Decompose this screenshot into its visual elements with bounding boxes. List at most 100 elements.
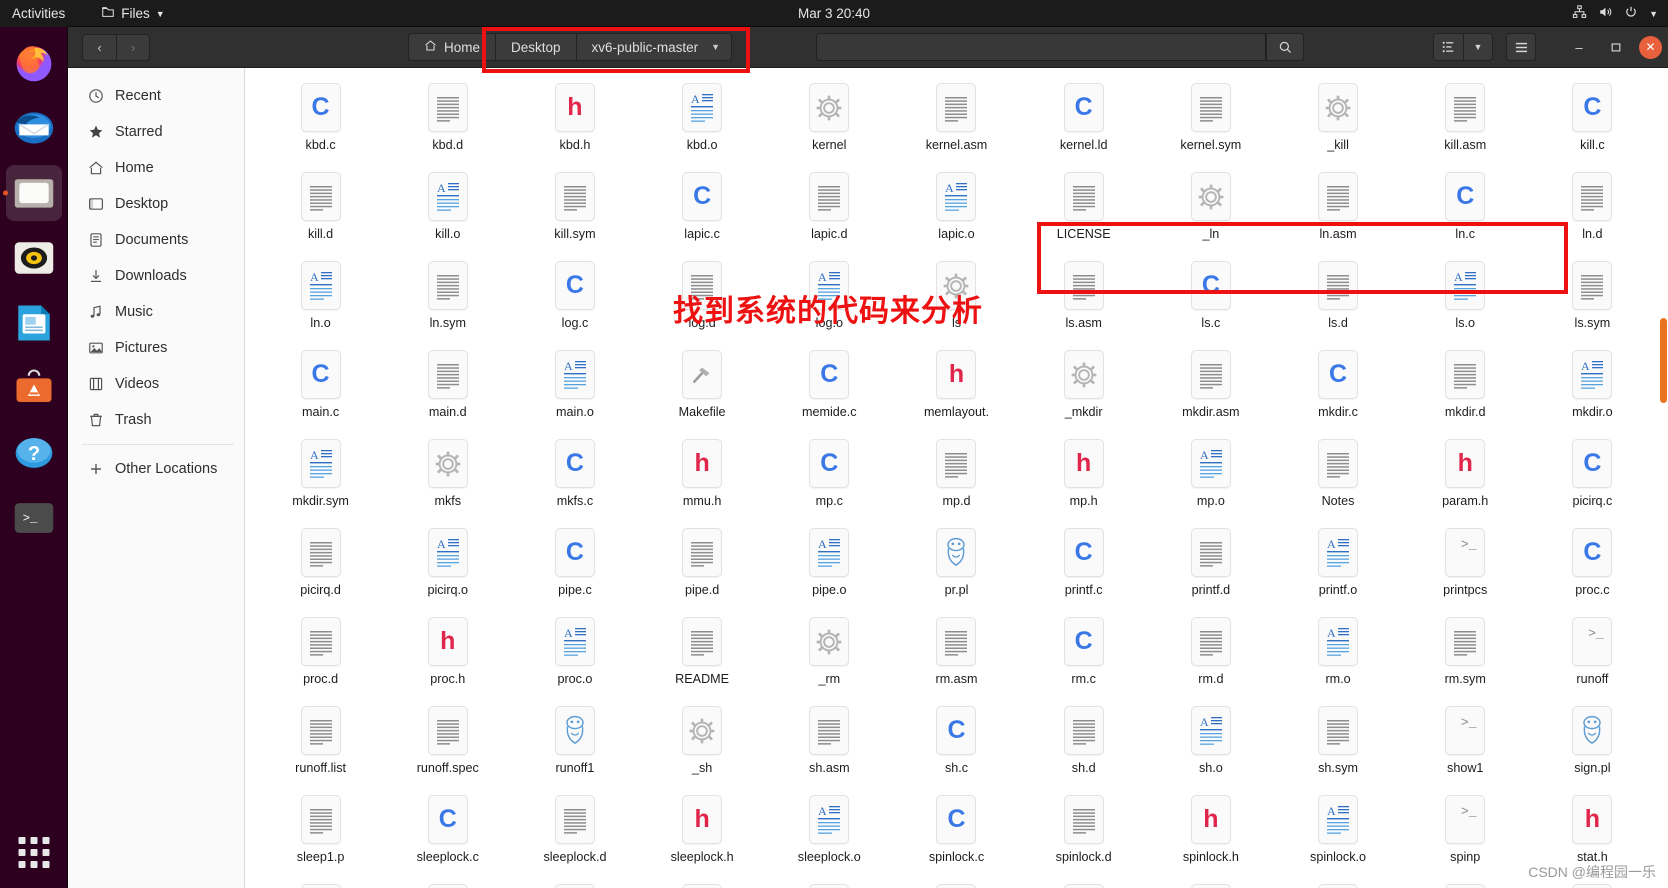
file-item[interactable]: A mp.o bbox=[1147, 430, 1274, 519]
file-item[interactable]: Cls.c bbox=[1147, 252, 1274, 341]
file-item[interactable]: mkdir.asm bbox=[1147, 341, 1274, 430]
file-item[interactable]: A ln.o bbox=[257, 252, 384, 341]
dock-item-files[interactable] bbox=[6, 165, 62, 221]
list-view-icon[interactable] bbox=[1433, 33, 1463, 61]
file-item[interactable]: ln.asm bbox=[1274, 163, 1401, 252]
vertical-scrollbar[interactable] bbox=[1660, 318, 1667, 403]
file-item[interactable]: ls.sym bbox=[1529, 252, 1656, 341]
file-item[interactable]: runoff.spec bbox=[384, 697, 511, 786]
file-item[interactable]: main.d bbox=[384, 341, 511, 430]
file-item[interactable]: Ckill.c bbox=[1529, 74, 1656, 163]
sidebar-item-starred[interactable]: Starred bbox=[68, 114, 244, 150]
file-item[interactable]: stressfs.d bbox=[639, 875, 766, 888]
file-item[interactable]: mp.d bbox=[893, 430, 1020, 519]
file-item[interactable]: h sleeplock.h bbox=[639, 786, 766, 875]
file-item[interactable]: sleeplock.d bbox=[511, 786, 638, 875]
file-item[interactable]: Cstring.c bbox=[1020, 875, 1147, 888]
file-item[interactable]: h mp.h bbox=[1020, 430, 1147, 519]
dock-item-libreoffice-writer[interactable] bbox=[6, 295, 62, 351]
dock-item-ubuntu-software[interactable] bbox=[6, 360, 62, 416]
file-item[interactable]: _kill bbox=[1274, 74, 1401, 163]
file-item[interactable]: Cpicirq.c bbox=[1529, 430, 1656, 519]
dock-item-terminal[interactable]: >_ bbox=[6, 490, 62, 546]
file-item[interactable]: >_ show1 bbox=[1402, 697, 1529, 786]
file-item[interactable]: Csh.c bbox=[893, 697, 1020, 786]
search-button[interactable] bbox=[1266, 33, 1304, 61]
file-item[interactable]: kernel.sym bbox=[1147, 74, 1274, 163]
sidebar-item-music[interactable]: Music bbox=[68, 294, 244, 330]
file-item[interactable]: stressfs. sym bbox=[893, 875, 1020, 888]
hamburger-menu-icon[interactable] bbox=[1506, 33, 1536, 61]
file-item[interactable]: runoff.list bbox=[257, 697, 384, 786]
file-item[interactable]: Notes bbox=[1274, 430, 1401, 519]
file-item[interactable]: mkfs bbox=[384, 430, 511, 519]
file-item[interactable]: pr.pl bbox=[893, 519, 1020, 608]
sidebar-item-home[interactable]: Home bbox=[68, 150, 244, 186]
close-button[interactable]: ✕ bbox=[1639, 35, 1662, 59]
show-applications-button[interactable] bbox=[18, 837, 50, 868]
file-item[interactable]: LICENSE bbox=[1020, 163, 1147, 252]
file-item[interactable]: Cspinlock.c bbox=[893, 786, 1020, 875]
sidebar-item-videos[interactable]: Videos bbox=[68, 366, 244, 402]
file-item[interactable]: printf.d bbox=[1147, 519, 1274, 608]
sidebar-item-pictures[interactable]: Pictures bbox=[68, 330, 244, 366]
file-item[interactable]: A sleeplock.o bbox=[766, 786, 893, 875]
forward-button[interactable]: › bbox=[116, 33, 150, 61]
sidebar-item-trash[interactable]: Trash bbox=[68, 402, 244, 438]
file-item[interactable]: lapic.d bbox=[766, 163, 893, 252]
minimize-button[interactable]: – bbox=[1565, 33, 1593, 61]
file-item[interactable]: >_ runoff bbox=[1529, 608, 1656, 697]
file-item[interactable]: sh.d bbox=[1020, 697, 1147, 786]
file-item[interactable]: stressfs. asm bbox=[384, 875, 511, 888]
sidebar-item-desktop[interactable]: Desktop bbox=[68, 186, 244, 222]
dock-item-rhythmbox[interactable] bbox=[6, 230, 62, 286]
file-item[interactable]: Cmkdir.c bbox=[1274, 341, 1401, 430]
file-item[interactable]: A picirq.o bbox=[384, 519, 511, 608]
file-item[interactable]: pipe.d bbox=[639, 519, 766, 608]
file-item[interactable]: spinlock.d bbox=[1020, 786, 1147, 875]
maximize-button[interactable] bbox=[1602, 33, 1630, 61]
file-item[interactable]: h mmu.h bbox=[639, 430, 766, 519]
file-item[interactable]: A mkdir.o bbox=[1529, 341, 1656, 430]
file-item[interactable]: ls.asm bbox=[1020, 252, 1147, 341]
dock-item-firefox[interactable] bbox=[6, 35, 62, 91]
file-item[interactable]: A main.o bbox=[511, 341, 638, 430]
sidebar-item-documents[interactable]: Documents bbox=[68, 222, 244, 258]
file-item[interactable]: h spinlock.h bbox=[1147, 786, 1274, 875]
sidebar-item-other-locations[interactable]: Other Locations bbox=[68, 451, 244, 487]
file-item[interactable]: kernel bbox=[766, 74, 893, 163]
file-item[interactable]: A proc.o bbox=[511, 608, 638, 697]
file-item[interactable]: sh.asm bbox=[766, 697, 893, 786]
breadcrumb-item-current[interactable]: xv6-public-master ▼ bbox=[575, 33, 732, 61]
file-item[interactable]: Cmemide.c bbox=[766, 341, 893, 430]
dock-item-thunderbird[interactable] bbox=[6, 100, 62, 156]
file-item[interactable]: Cproc.c bbox=[1529, 519, 1656, 608]
back-button[interactable]: ‹ bbox=[82, 33, 116, 61]
breadcrumb-item-home[interactable]: Home bbox=[408, 33, 496, 61]
file-item[interactable]: A lapic.o bbox=[893, 163, 1020, 252]
file-item[interactable]: sign.pl bbox=[1529, 697, 1656, 786]
file-item[interactable]: proc.d bbox=[257, 608, 384, 697]
file-item[interactable]: rm.sym bbox=[1402, 608, 1529, 697]
file-item[interactable]: A kill.o bbox=[384, 163, 511, 252]
file-item[interactable]: A sh.o bbox=[1147, 697, 1274, 786]
file-item[interactable]: A stressfs.o bbox=[766, 875, 893, 888]
file-item[interactable]: Cstressfs.c bbox=[511, 875, 638, 888]
file-item[interactable]: _mkdir bbox=[1020, 341, 1147, 430]
file-item[interactable]: README bbox=[639, 608, 766, 697]
file-item[interactable]: A spinlock.o bbox=[1274, 786, 1401, 875]
file-item[interactable]: picirq.d bbox=[257, 519, 384, 608]
file-item[interactable]: A mkdir.sym bbox=[257, 430, 384, 519]
sidebar-item-downloads[interactable]: Downloads bbox=[68, 258, 244, 294]
file-item[interactable]: A printf.o bbox=[1274, 519, 1401, 608]
file-item[interactable]: runoff1 bbox=[511, 697, 638, 786]
system-status-area[interactable]: ▼ bbox=[1572, 5, 1658, 22]
file-item[interactable]: _stressfs bbox=[257, 875, 384, 888]
file-item[interactable]: A swtch.o bbox=[1402, 875, 1529, 888]
file-item[interactable]: Cmain.c bbox=[257, 341, 384, 430]
file-item[interactable]: A pipe.o bbox=[766, 519, 893, 608]
file-item[interactable]: Cmp.c bbox=[766, 430, 893, 519]
file-item[interactable]: kill.asm bbox=[1402, 74, 1529, 163]
file-item[interactable]: rm.asm bbox=[893, 608, 1020, 697]
app-menu-button[interactable]: Files ▼ bbox=[101, 5, 165, 22]
